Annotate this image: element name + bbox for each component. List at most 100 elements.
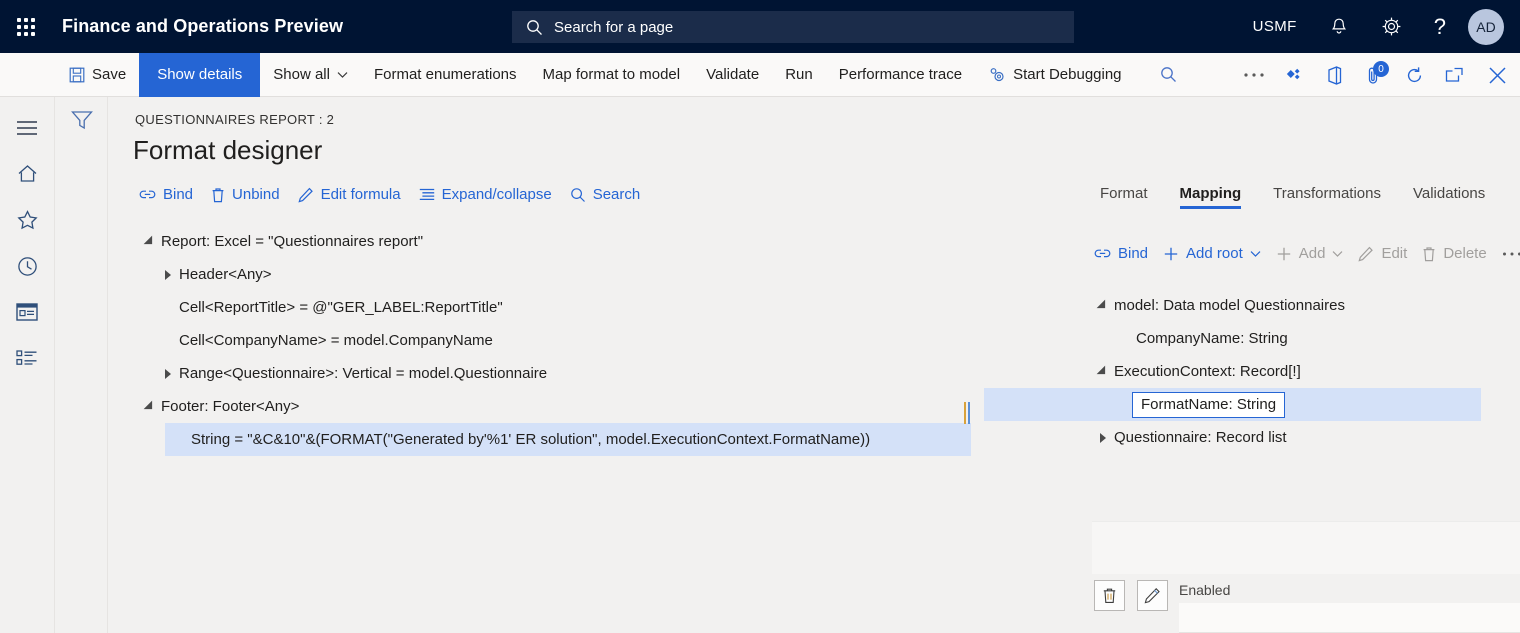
tree-row[interactable]: model: Data model Questionnaires [1092,289,1472,322]
open-in-new-icon[interactable] [1434,53,1474,97]
bell-icon[interactable] [1313,0,1365,53]
command-bar: Save Show details Show all Format enumer… [0,53,1520,97]
search-icon [570,187,586,203]
caret-expanded-icon[interactable] [1092,300,1114,312]
tree-row-label: ExecutionContext: Record[!] [1114,363,1301,380]
unbind-button[interactable]: Unbind [211,186,280,203]
app-launcher-icon[interactable] [0,0,52,53]
pane-splitter[interactable] [964,402,972,424]
format-tree: Report: Excel = "Questionnaires report" … [139,225,999,456]
tree-row-label: Cell<CompanyName> = model.CompanyName [179,332,493,349]
search-icon [526,19,543,36]
tree-row-label: Questionnaire: Record list [1114,429,1287,446]
show-all-dropdown[interactable]: Show all [260,53,361,97]
caret-collapsed-icon[interactable] [157,369,179,379]
bind-button[interactable]: Bind [139,186,193,203]
delete-button[interactable]: Delete [1422,245,1486,262]
top-navigation-bar: Finance and Operations Preview Search fo… [0,0,1520,53]
mapping-action-bar: Bind Add root Add [1094,245,1520,262]
ellipsis-icon[interactable] [1234,53,1274,97]
tree-row[interactable]: FormatName: String [984,388,1481,421]
caret-expanded-icon[interactable] [139,401,161,413]
gear-icon[interactable] [1365,0,1418,53]
map-format-to-model-button[interactable]: Map format to model [530,53,694,97]
format-enumerations-button[interactable]: Format enumerations [361,53,530,97]
tab-label: Format [1100,185,1148,202]
refresh-icon[interactable] [1394,53,1434,97]
tree-row[interactable]: CompanyName: String [1092,322,1472,355]
tree-row[interactable]: Range<Questionnaire>: Vertical = model.Q… [139,357,999,390]
tree-row[interactable]: Report: Excel = "Questionnaires report" [139,225,999,258]
close-icon[interactable] [1474,53,1520,97]
global-search-placeholder: Search for a page [554,19,673,36]
question-mark-icon[interactable]: ? [1418,0,1462,53]
list-icon[interactable] [0,335,55,381]
mapping-bind-button[interactable]: Bind [1094,245,1148,262]
diamonds-icon[interactable] [1274,53,1314,97]
company-selector[interactable]: USMF [1237,0,1313,53]
tree-row-label: String = "&C&10"&(FORMAT("Generated by'%… [191,431,870,448]
home-icon[interactable] [0,151,55,197]
command-bar-spacer [0,53,56,97]
tree-search-button[interactable]: Search [570,186,641,203]
performance-trace-button[interactable]: Performance trace [826,53,975,97]
trash-icon [1102,587,1117,604]
command-search-icon[interactable] [1149,53,1189,97]
validate-label: Validate [706,66,759,83]
tree-search-label: Search [593,186,641,203]
unbind-label: Unbind [232,186,280,203]
chevron-down-icon [1250,250,1261,258]
global-search-input[interactable]: Search for a page [512,11,1074,43]
tree-row-label: model: Data model Questionnaires [1114,297,1345,314]
caret-collapsed-icon[interactable] [1092,433,1114,443]
validate-button[interactable]: Validate [693,53,772,97]
run-button[interactable]: Run [772,53,826,97]
pane-tabs: Format Mapping Transformations Validatio… [1084,185,1501,209]
tree-row-label: Range<Questionnaire>: Vertical = model.Q… [179,365,547,382]
start-debugging-button[interactable]: Start Debugging [975,53,1134,97]
footer-edit-button[interactable] [1137,580,1168,611]
show-details-label: Show details [157,66,242,83]
hamburger-menu-icon[interactable] [0,105,55,151]
left-navigation-rail [0,97,55,633]
enabled-label: Enabled [1179,582,1230,598]
caret-expanded-icon[interactable] [139,236,161,248]
footer-delete-button[interactable] [1094,580,1125,611]
tab-validations[interactable]: Validations [1397,185,1501,209]
data-model-tree: model: Data model Questionnaires Company… [1092,289,1472,454]
add-root-label: Add root [1186,245,1243,262]
attachment-icon[interactable]: 0 [1354,53,1394,97]
save-label: Save [92,66,126,83]
office-icon[interactable] [1314,53,1354,97]
tree-row[interactable]: Cell<CompanyName> = model.CompanyName [139,324,999,357]
enabled-field[interactable] [1179,603,1520,633]
format-name-edit-input[interactable]: FormatName: String [1132,392,1285,418]
caret-expanded-icon[interactable] [1092,366,1114,378]
clock-icon[interactable] [0,243,55,289]
show-details-button[interactable]: Show details [139,53,260,97]
expand-collapse-button[interactable]: Expand/collapse [419,186,552,203]
star-icon[interactable] [0,197,55,243]
edit-button[interactable]: Edit [1358,245,1407,262]
add-root-button[interactable]: Add root [1163,245,1261,262]
tree-row[interactable]: Header<Any> [139,258,999,291]
add-button[interactable]: Add [1276,245,1344,262]
tree-row[interactable]: Questionnaire: Record list [1092,421,1472,454]
tab-format[interactable]: Format [1084,185,1164,209]
save-button[interactable]: Save [56,53,139,97]
gears-icon [988,66,1006,84]
workspace-icon[interactable] [0,289,55,335]
tree-row[interactable]: String = "&C&10"&(FORMAT("Generated by'%… [165,423,971,456]
mapping-overflow-button[interactable] [1502,251,1520,257]
avatar[interactable]: AD [1468,9,1504,45]
tab-mapping[interactable]: Mapping [1164,185,1258,209]
tree-row[interactable]: Footer: Footer<Any> [139,390,999,423]
filter-icon[interactable] [71,110,93,633]
caret-collapsed-icon[interactable] [157,270,179,280]
tree-row[interactable]: Cell<ReportTitle> = @"GER_LABEL:ReportTi… [139,291,999,324]
edit-formula-button[interactable]: Edit formula [298,186,401,203]
link-icon [139,188,156,201]
tree-row[interactable]: ExecutionContext: Record[!] [1092,355,1472,388]
tab-transformations[interactable]: Transformations [1257,185,1397,209]
chevron-down-icon [337,71,348,79]
